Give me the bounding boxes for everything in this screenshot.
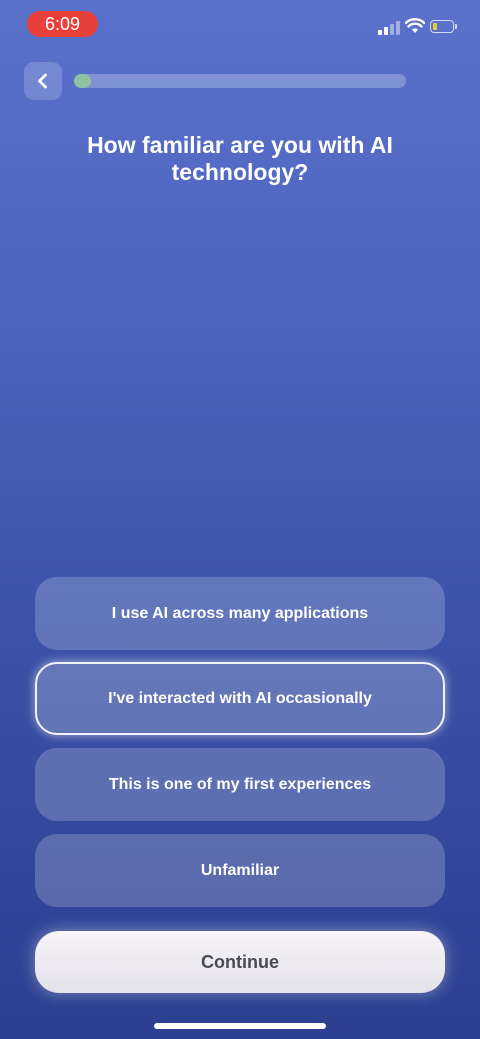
option-first-experiences[interactable]: This is one of my first experiences	[35, 748, 445, 821]
progress-bar	[74, 74, 406, 88]
back-button[interactable]	[24, 62, 62, 100]
option-occasionally[interactable]: I've interacted with AI occasionally	[35, 662, 445, 735]
wifi-icon	[405, 18, 425, 33]
cellular-signal-icon	[378, 20, 400, 35]
battery-icon	[430, 20, 458, 35]
home-indicator	[154, 1023, 326, 1029]
continue-button[interactable]: Continue	[35, 931, 445, 993]
option-unfamiliar[interactable]: Unfamiliar	[35, 834, 445, 907]
progress-fill	[74, 74, 91, 88]
status-time: 6:09	[27, 11, 98, 37]
chevron-left-icon	[38, 73, 47, 89]
option-many-applications[interactable]: I use AI across many applications	[35, 577, 445, 650]
status-bar: 6:09	[0, 0, 480, 48]
question-title: How familiar are you with AI technology?	[87, 132, 393, 185]
